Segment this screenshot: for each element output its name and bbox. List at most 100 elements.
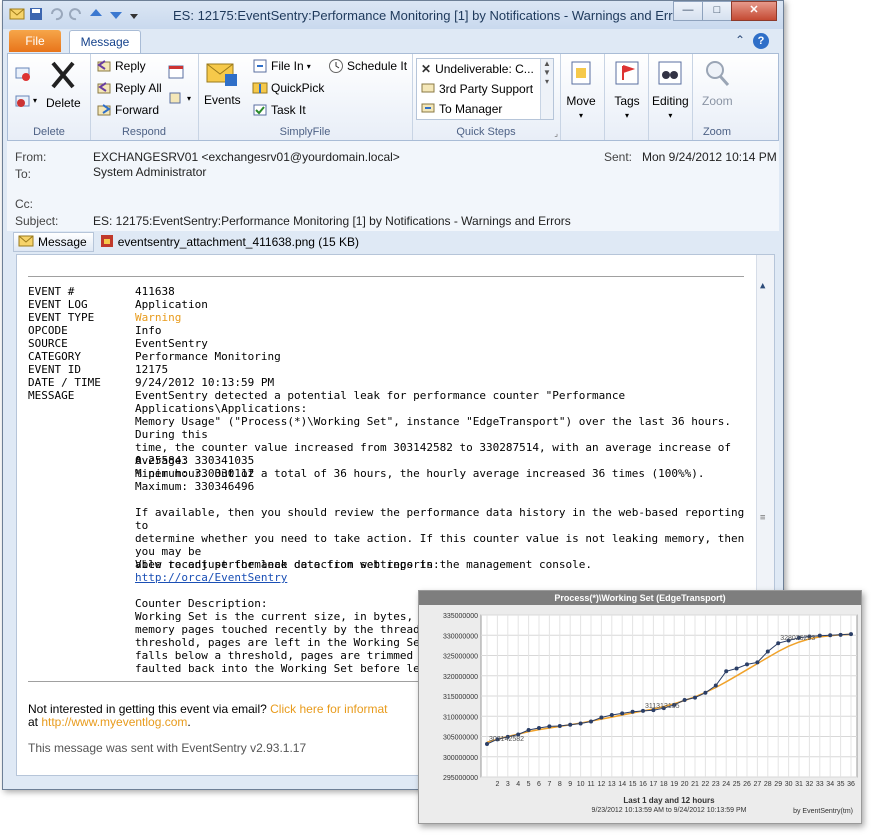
footer-version: This message was sent with EventSentry v…: [28, 741, 307, 755]
data-point: [745, 662, 749, 667]
title-bar: ES: 12175:EventSentry:Performance Monito…: [3, 1, 783, 29]
event-key: DATE / TIME: [28, 376, 101, 389]
maximize-button[interactable]: □: [702, 1, 732, 21]
subject-label: Subject:: [15, 214, 59, 228]
from-value[interactable]: EXCHANGESRV01 <exchangesrv01@yourdomain.…: [93, 150, 400, 164]
x-tick-label: 25: [733, 781, 741, 788]
customize-toolbar-icon[interactable]: [129, 7, 143, 21]
ignore-button[interactable]: [14, 64, 30, 81]
flag-icon: [612, 58, 642, 91]
scroll-up-icon[interactable]: ▲: [760, 281, 765, 291]
cc-label: Cc:: [15, 197, 33, 211]
task-it-button[interactable]: Task It: [252, 102, 306, 118]
footer-site: at http://www.myeventlog.com.: [28, 715, 191, 729]
data-point: [734, 666, 739, 671]
file-in-button[interactable]: File In ▾: [252, 58, 311, 74]
footer-unsubscribe: Not interested in getting this event via…: [28, 702, 388, 716]
y-tick-label: 310000000: [443, 714, 478, 721]
tab-file[interactable]: File: [9, 30, 61, 52]
zoom-group-label: Zoom: [702, 126, 732, 138]
envelope-forward-icon: [421, 82, 435, 97]
orca-link[interactable]: http://orca/EventSentry: [135, 571, 287, 584]
minimize-button[interactable]: —: [673, 1, 703, 21]
more-respond-button[interactable]: ▾: [168, 90, 191, 106]
magnifier-icon: [702, 58, 732, 91]
reply-button[interactable]: Reply: [96, 58, 146, 74]
delete-group: ▾ Delete Delete: [8, 54, 91, 140]
mail-icon: [9, 7, 25, 21]
attachment-bar: Message eventsentry_attachment_411638.pn…: [13, 232, 773, 252]
event-value: Performance Monitoring: [135, 350, 281, 363]
editing-button[interactable]: Editing ▾: [652, 58, 689, 120]
close-button[interactable]: ✕: [731, 1, 777, 21]
data-point: [568, 722, 573, 727]
tab-message[interactable]: Message: [69, 30, 141, 54]
x-tick-label: 21: [691, 781, 699, 788]
data-label: 311313135: [645, 703, 680, 710]
myeventlog-link[interactable]: http://www.myeventlog.com: [41, 715, 187, 729]
event-value: 411638: [135, 285, 175, 298]
events-button[interactable]: Events: [204, 58, 241, 107]
reply-all-button[interactable]: Reply All: [96, 80, 162, 96]
quick-steps-gallery: ✕ Undeliverable: C... 3rd Party Support T…: [416, 58, 554, 120]
data-point: [765, 649, 770, 654]
forward-label: Forward: [115, 103, 160, 117]
data-point: [703, 690, 708, 695]
collapse-ribbon-icon[interactable]: ⌃: [735, 33, 745, 47]
event-key: CATEGORY: [28, 350, 81, 363]
x-tick-label: 32: [806, 781, 814, 788]
to-value[interactable]: System Administrator: [93, 165, 206, 179]
message-attachment-tab[interactable]: Message: [13, 232, 94, 252]
quickpick-icon: [252, 80, 268, 96]
quick-steps-scroll[interactable]: ▲ ▼ ▾: [540, 59, 553, 119]
redo-icon[interactable]: [69, 7, 83, 21]
data-point: [693, 695, 697, 700]
quickpick-button[interactable]: QuickPick: [252, 80, 324, 96]
forward-button[interactable]: Forward: [96, 102, 159, 118]
save-icon[interactable]: [29, 7, 43, 21]
subject-value: ES: 12175:EventSentry:Performance Monito…: [93, 214, 571, 228]
quick-step-3rd-party-support[interactable]: 3rd Party Support: [417, 79, 553, 99]
x-tick-label: 34: [826, 781, 834, 788]
to-label: To:: [15, 167, 32, 181]
help-icon[interactable]: ?: [753, 33, 769, 49]
x-tick-label: 19: [670, 781, 678, 788]
undo-icon[interactable]: [49, 7, 63, 21]
delete-label: Delete: [46, 96, 81, 110]
attachment-item[interactable]: eventsentry_attachment_411638.png (15 KB…: [100, 234, 359, 251]
up-arrow-icon[interactable]: [89, 7, 103, 21]
schedule-it-button[interactable]: Schedule It: [328, 58, 407, 74]
data-point: [713, 683, 718, 688]
attachment-name: eventsentry_attachment_411638.png (15 KB…: [117, 235, 359, 249]
event-key: MESSAGE: [28, 389, 75, 402]
chart-subtitle: 9/23/2012 10:13:59 AM to 9/24/2012 10:13…: [592, 807, 747, 814]
x-tick-label: 2: [495, 781, 499, 788]
dialog-launcher-icon[interactable]: ⌟: [554, 129, 558, 138]
data-point: [755, 660, 760, 665]
y-tick-labels: 295000000 300000000 305000000 310000000 3150…: [443, 613, 478, 782]
task-icon: [252, 102, 268, 118]
meeting-button[interactable]: [168, 64, 184, 80]
y-tick-label: 300000000: [443, 755, 478, 762]
move-button[interactable]: Move ▾: [566, 58, 596, 120]
x-tick-label: 17: [650, 781, 658, 788]
delete-button[interactable]: Delete: [46, 60, 81, 110]
schedule-it-label: Schedule It: [347, 59, 408, 73]
chart-credit: by EventSentry(tm): [793, 808, 853, 815]
zoom-button[interactable]: Zoom: [702, 58, 733, 108]
event-value: EventSentry: [135, 337, 208, 350]
quick-step-undeliverable[interactable]: ✕ Undeliverable: C...: [417, 59, 553, 79]
tags-button[interactable]: Tags ▾: [612, 58, 642, 120]
cleanup-button[interactable]: ▾: [14, 92, 37, 108]
message-header: From: EXCHANGESRV01 <exchangesrv01@yourd…: [7, 141, 779, 231]
quick-step-to-manager[interactable]: To Manager: [417, 99, 553, 119]
down-arrow-icon[interactable]: [109, 7, 123, 21]
data-point: [547, 724, 552, 729]
file-in-label: File In: [271, 59, 304, 73]
data-point: [609, 713, 614, 718]
x-icon: ✕: [421, 62, 432, 76]
from-label: From:: [15, 150, 47, 164]
scroll-thumb[interactable]: ≡: [760, 513, 765, 523]
y-tick-label: 295000000: [443, 775, 478, 782]
unsubscribe-link[interactable]: Click here for informat: [270, 702, 387, 716]
